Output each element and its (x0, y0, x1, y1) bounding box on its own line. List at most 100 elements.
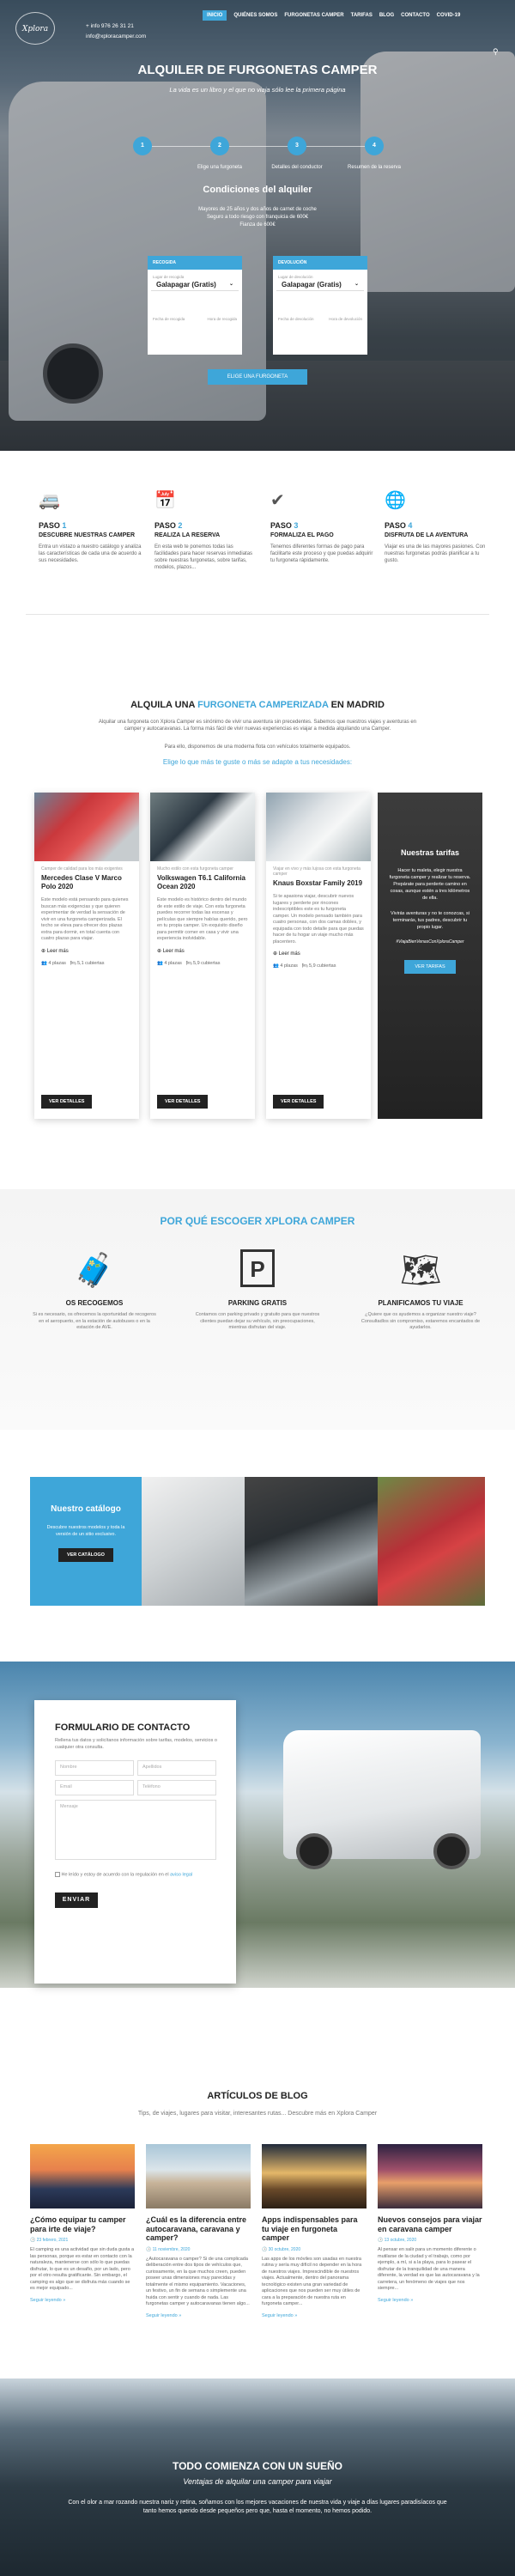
step-4-text: Viajar es una de las mayores pasiones. C… (385, 544, 486, 563)
blog-post-image[interactable] (262, 2144, 367, 2208)
view-catalog-button[interactable]: VER CATÁLOGO (58, 1548, 113, 1562)
email-field[interactable]: Email (55, 1780, 134, 1795)
view-rates-button[interactable]: VER TARIFAS (404, 960, 456, 974)
blog-post-image[interactable] (146, 2144, 251, 2208)
booking-step-2[interactable]: 2 (210, 137, 229, 155)
blog-post-title[interactable]: Nuevos consejos para viajar en caravana … (378, 2215, 482, 2233)
view-details-button[interactable]: VER DETALLES (273, 1095, 324, 1109)
blog-post-image[interactable] (30, 2144, 135, 2208)
why-item-text: ¿Quiere que os ayudemos a organizar nues… (360, 1312, 481, 1330)
view-details-button[interactable]: VER DETALLES (157, 1095, 209, 1109)
read-more-link[interactable]: Seguir leyendo » (262, 2313, 367, 2318)
blog-post-date: 🕓 13 octubre, 2020 (378, 2238, 417, 2243)
booking-step-2-label: Elige una furgoneta (197, 165, 243, 170)
gallery-image-1[interactable] (142, 1477, 245, 1606)
footer-hero: TODO COMIENZA CON UN SUEÑO Ventajas de a… (0, 2379, 515, 2576)
blog-post-excerpt: Al pensar en salir para un momento difer… (378, 2247, 480, 2291)
step-3-label: PASO (270, 521, 292, 530)
luggage-icon: 🧳 (74, 1253, 115, 1289)
people-icon: 👥 (273, 963, 279, 969)
read-more-link[interactable]: Seguir leyendo » (146, 2313, 251, 2318)
read-more-link[interactable]: ⊕ Leer más (150, 946, 255, 956)
parking-icon: P (240, 1249, 275, 1287)
nav-furgonetas[interactable]: FURGONETAS CAMPER (284, 13, 343, 18)
consent-checkbox[interactable] (55, 1872, 60, 1877)
step-3-title: FORMALIZA EL PAGO (270, 532, 334, 538)
nav-blog[interactable]: BLOG (379, 13, 394, 18)
blog-post-date: 🕓 11 noviembre, 2020 (146, 2246, 191, 2252)
send-button[interactable]: ENVIAR (55, 1893, 98, 1908)
header-email[interactable]: info@xploracamper.com (86, 33, 146, 39)
van-name[interactable]: Knaus Boxstar Family 2019 (266, 877, 371, 890)
consent-text: He leído y estoy de acuerdo con la regul… (61, 1872, 169, 1878)
phone-field[interactable]: Teléfono (137, 1780, 216, 1795)
van-card-3[interactable]: Viajar en vivo y más lujosa con esta fur… (266, 793, 371, 1119)
blog-post-image[interactable] (378, 2144, 482, 2208)
nav-covid[interactable]: COVID-19 (437, 13, 461, 18)
return-time-field[interactable]: Hora de devolución (329, 317, 362, 321)
gallery-image-2[interactable] (245, 1477, 378, 1606)
choose-van-button[interactable]: ELIGE UNA FURGONETA (208, 369, 307, 385)
nav-contacto[interactable]: CONTACTO (401, 13, 429, 18)
pickup-header: RECOGIDA (148, 256, 242, 270)
brand-logo[interactable]: Xplora (15, 12, 55, 45)
people-icon: 👥 (41, 960, 47, 966)
booking-step-4[interactable]: 4 (365, 137, 384, 155)
booking-step-1[interactable]: 1 (133, 137, 152, 155)
pickup-time-field[interactable]: Hora de recogida (207, 317, 237, 321)
van-image[interactable] (34, 793, 139, 861)
contact-form-intro: Rellena tus datos y solicítanos informac… (55, 1738, 217, 1750)
booking-step-3[interactable]: 3 (288, 137, 306, 155)
blog-title: ARTÍCULOS DE BLOG (207, 2091, 308, 2101)
return-date-field[interactable]: Fecha de devolución (278, 317, 314, 321)
read-more-link[interactable]: ⊕ Leer más (266, 949, 371, 958)
why-parking: P PARKING GRATIS Contamos con parking pr… (193, 1249, 322, 1332)
gallery-image-3[interactable] (378, 1477, 485, 1606)
footer-title: TODO COMIENZA CON UN SUEÑO (172, 2460, 342, 2472)
return-datetime[interactable]: Fecha de devolución Hora de devolución (273, 291, 367, 321)
chevron-down-icon: ⌄ (354, 282, 359, 287)
message-field[interactable]: Mensaje (55, 1800, 216, 1860)
pickup-datetime[interactable]: Fecha de recogida Hora de recogida (148, 291, 242, 321)
steps-line (142, 146, 373, 147)
search-icon[interactable]: ⚲ (493, 47, 499, 57)
nav-inicio[interactable]: INICIO (203, 10, 227, 21)
van-image[interactable] (150, 793, 255, 861)
step-1-title: DESCUBRE NUESTRAS CAMPER (39, 532, 136, 538)
hero-subtitle: La vida es un libro y el que no viaja só… (169, 86, 346, 94)
van-image[interactable] (266, 793, 371, 861)
van-card-2[interactable]: Mucho estilo con esta furgoneta camper V… (150, 793, 255, 1119)
why-item-text: Si es necesario, os ofrecemos la oportun… (33, 1312, 156, 1330)
blog-post-excerpt: El camping es una actividad que sin duda… (30, 2247, 135, 2291)
van-card-1[interactable]: Camper de calidad para los más exigentes… (34, 793, 139, 1119)
nav-quienes-somos[interactable]: QUIÉNES SOMOS (233, 13, 277, 18)
view-details-button[interactable]: VER DETALLES (41, 1095, 93, 1109)
nav-tarifas[interactable]: TARIFAS (351, 13, 373, 18)
return-select[interactable]: Galapagar (Gratis) ⌄ (276, 279, 364, 291)
blog-post-title[interactable]: ¿Cuál es la diferencia entre autocaravan… (146, 2215, 251, 2243)
rates-card: Nuestras tarifas Hacer tu maleta, elegir… (378, 793, 482, 1119)
condition-item: Seguro a todo riesgo con franquicia de 6… (206, 215, 309, 220)
van-size: 5,9 cubiertas (193, 960, 221, 966)
surname-field[interactable]: Apellidos (137, 1760, 216, 1776)
blog-post-1: ¿Cómo equipar tu camper para irte de via… (30, 2144, 135, 2303)
pickup-select[interactable]: Galapagar (Gratis) ⌄ (151, 279, 239, 291)
van-description: Este modelo es histórico dentro del mund… (157, 897, 248, 941)
read-more-link[interactable]: ⊕ Leer más (34, 946, 139, 956)
header-phone[interactable]: + info 976 26 31 21 (86, 23, 134, 29)
steps-section: 🚐 PASO 1 DESCUBRE NUESTRAS CAMPER Entra … (0, 451, 515, 623)
pickup-date-field[interactable]: Fecha de recogida (153, 317, 185, 321)
name-field[interactable]: Nombre (55, 1760, 134, 1776)
calendar-icon: 📅 (154, 491, 176, 510)
van-name[interactable]: Mercedes Clase V Marco Polo 2020 (34, 872, 139, 894)
blog-post-title[interactable]: Apps indispensables para tu viaje en fur… (262, 2215, 367, 2243)
condition-item: Fianza de 600€ (239, 222, 276, 228)
read-more-link[interactable]: Seguir leyendo » (378, 2298, 482, 2303)
blog-post-4: Nuevos consejos para viajar en caravana … (378, 2144, 482, 2303)
van-name[interactable]: Volkswagen T6.1 California Ocean 2020 (150, 872, 255, 894)
blog-post-title[interactable]: ¿Cómo equipar tu camper para irte de via… (30, 2215, 135, 2233)
legal-notice-link[interactable]: aviso legal (170, 1872, 192, 1877)
read-more-link[interactable]: Seguir leyendo » (30, 2298, 135, 2303)
van-wheel (433, 1833, 470, 1869)
bed-icon: 🛏 (185, 960, 192, 966)
